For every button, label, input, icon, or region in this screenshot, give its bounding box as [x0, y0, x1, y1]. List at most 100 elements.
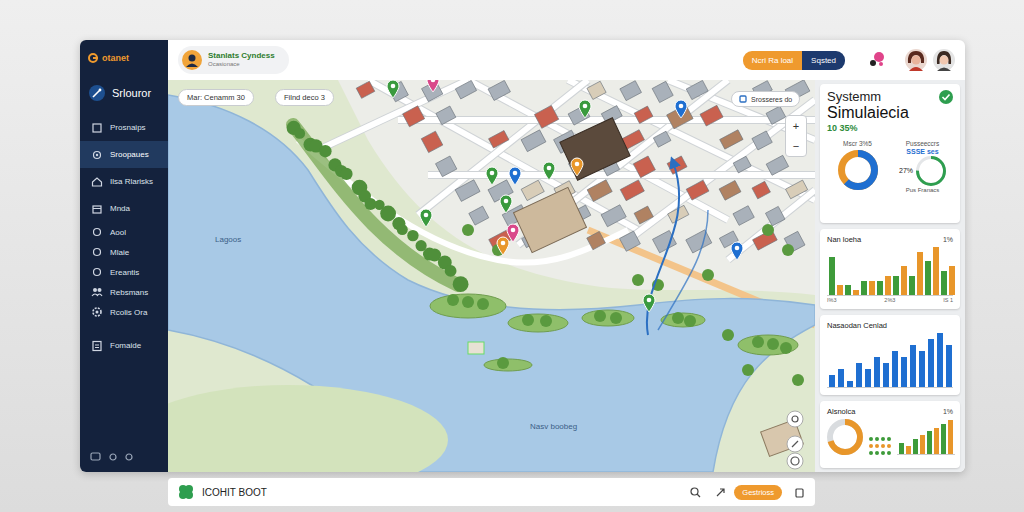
copy-icon[interactable] — [794, 487, 805, 498]
chart-bar — [829, 257, 835, 295]
system-card: SystemmSimulaiecia10 35%Mscr 3%5Pusseecc… — [820, 84, 960, 223]
main-area: Stanlats CyndessOcasionace Ncri Ra loalSq… — [168, 40, 965, 472]
map-pin-icon[interactable] — [508, 166, 522, 186]
map-pin-icon[interactable] — [496, 236, 510, 256]
chart-bar — [899, 443, 904, 454]
chart-bar — [949, 266, 955, 295]
logo-icon — [88, 53, 98, 63]
avatar-icon[interactable] — [905, 49, 927, 71]
map-chip[interactable]: Filnd deco 3 — [275, 89, 334, 106]
chart-bar — [877, 281, 883, 295]
topbar-button[interactable]: Sqsted — [802, 51, 845, 70]
chart-tick: 2%3 — [884, 297, 895, 303]
compass-icon — [88, 84, 106, 102]
layers-icon — [739, 95, 747, 103]
sidebar-item[interactable]: Ilsa Rlarisks — [80, 168, 168, 195]
card-header: Nan loeha1% — [827, 235, 953, 244]
logo-text: otanet — [102, 53, 129, 63]
sidebar-item[interactable]: Prosnaips — [80, 114, 168, 141]
zoom-button[interactable]: + — [793, 116, 799, 136]
legend-dot — [881, 451, 885, 455]
map-pin-icon[interactable] — [730, 241, 744, 261]
legend-dot — [875, 444, 879, 448]
profile-pill[interactable]: Stanlats CyndessOcasionace — [178, 46, 289, 74]
chart-bar — [941, 424, 946, 454]
app-title-text: Srlouror — [112, 87, 151, 99]
puzzle-icon[interactable] — [867, 50, 887, 70]
app-window: otanet Srlouror ProsnaipsSroopauesIlsa Rla… — [80, 40, 965, 472]
sidebar-label: Rebsmans — [110, 288, 148, 297]
action-button[interactable]: Gestrioss — [734, 485, 782, 500]
document-icon — [91, 340, 103, 352]
logo[interactable]: otanet — [80, 50, 168, 66]
compass-icon[interactable] — [786, 435, 804, 453]
chart-bar — [837, 285, 843, 295]
map[interactable]: Mar: Cenamm 30Filnd deco 3Srosseres doLa… — [168, 80, 815, 472]
chart-bar — [934, 428, 939, 454]
map-pin-icon[interactable] — [386, 80, 400, 99]
sidebar-item[interactable]: Mnda — [80, 195, 168, 222]
metric-value: SSSE ses — [906, 148, 938, 155]
share-icon[interactable] — [715, 487, 726, 498]
sidebar-item[interactable]: Aool — [80, 222, 168, 242]
map-pin-icon[interactable] — [642, 293, 656, 313]
sidebar-item[interactable]: Rebsmans — [80, 282, 168, 302]
sidebar-item[interactable]: Rcolis Ora — [80, 302, 168, 322]
summary-card: Alsnolca1% — [820, 401, 960, 468]
map-pin-icon[interactable] — [578, 99, 592, 119]
circle-icon[interactable] — [109, 453, 117, 461]
donut-arc — [918, 157, 945, 184]
app-title[interactable]: Srlouror — [80, 82, 168, 104]
card-badge: 1% — [943, 408, 953, 415]
donut-chart — [838, 150, 878, 190]
chart-tick: I%3 — [827, 297, 836, 303]
circle-icon — [91, 266, 103, 278]
sidebar-label: Aool — [110, 228, 126, 237]
map-pin-icon[interactable] — [674, 99, 688, 119]
metric-percent: 27% — [899, 167, 913, 174]
card-subtitle: Simulaiecia — [827, 104, 909, 122]
legend-dot — [875, 437, 879, 441]
locate-icon[interactable] — [786, 410, 804, 428]
chart-bar — [917, 252, 923, 295]
map-chip[interactable]: Mar: Cenamm 30 — [178, 89, 254, 106]
chart-bar — [874, 357, 880, 387]
circle-icon — [91, 226, 103, 238]
map-pin-icon[interactable] — [485, 166, 499, 186]
layer-chip[interactable]: Srosseres do — [731, 91, 800, 107]
legend-dot — [881, 444, 885, 448]
chart-bar — [919, 351, 925, 387]
card-badge: 1% — [943, 236, 953, 243]
map-pin-icon[interactable] — [419, 208, 433, 228]
avatar-icon[interactable] — [933, 49, 955, 71]
chart-bar — [906, 446, 911, 454]
legend-dot — [869, 444, 873, 448]
layers-icon[interactable] — [786, 452, 804, 470]
map-pin-icon[interactable] — [570, 157, 584, 177]
map-pin-icon[interactable] — [426, 80, 440, 93]
chart-bar — [856, 363, 862, 387]
card-titles: SystemmSimulaiecia10 35% — [827, 90, 909, 134]
sidebar-item[interactable]: Mlaie — [80, 242, 168, 262]
map-pin-icon[interactable] — [542, 161, 556, 181]
map-pin-icon[interactable] — [499, 194, 513, 214]
chart-bar — [909, 276, 915, 295]
chat-icon[interactable] — [90, 452, 101, 462]
chart-bar — [885, 276, 891, 295]
card-title: Systemm — [827, 90, 909, 104]
search-icon[interactable] — [690, 487, 701, 498]
sidebar-label: Mlaie — [110, 248, 129, 257]
circle-icon[interactable] — [125, 453, 133, 461]
people-icon — [91, 286, 103, 298]
card-title: Nasaodan Cenlad — [827, 321, 887, 330]
map-label: Nasv boobeg — [530, 422, 577, 431]
sidebar: otanet Srlouror ProsnaipsSroopauesIlsa Rla… — [80, 40, 168, 472]
sidebar-item[interactable]: Sroopaues — [80, 141, 168, 168]
zoom-button[interactable]: − — [793, 136, 799, 156]
sidebar-item[interactable]: Fomaide — [80, 332, 168, 359]
donut-chart — [916, 156, 946, 186]
chart-bar — [829, 375, 835, 387]
square-icon — [91, 122, 103, 134]
topbar-button[interactable]: Ncri Ra loal — [743, 51, 802, 70]
sidebar-item[interactable]: Ereantis — [80, 262, 168, 282]
